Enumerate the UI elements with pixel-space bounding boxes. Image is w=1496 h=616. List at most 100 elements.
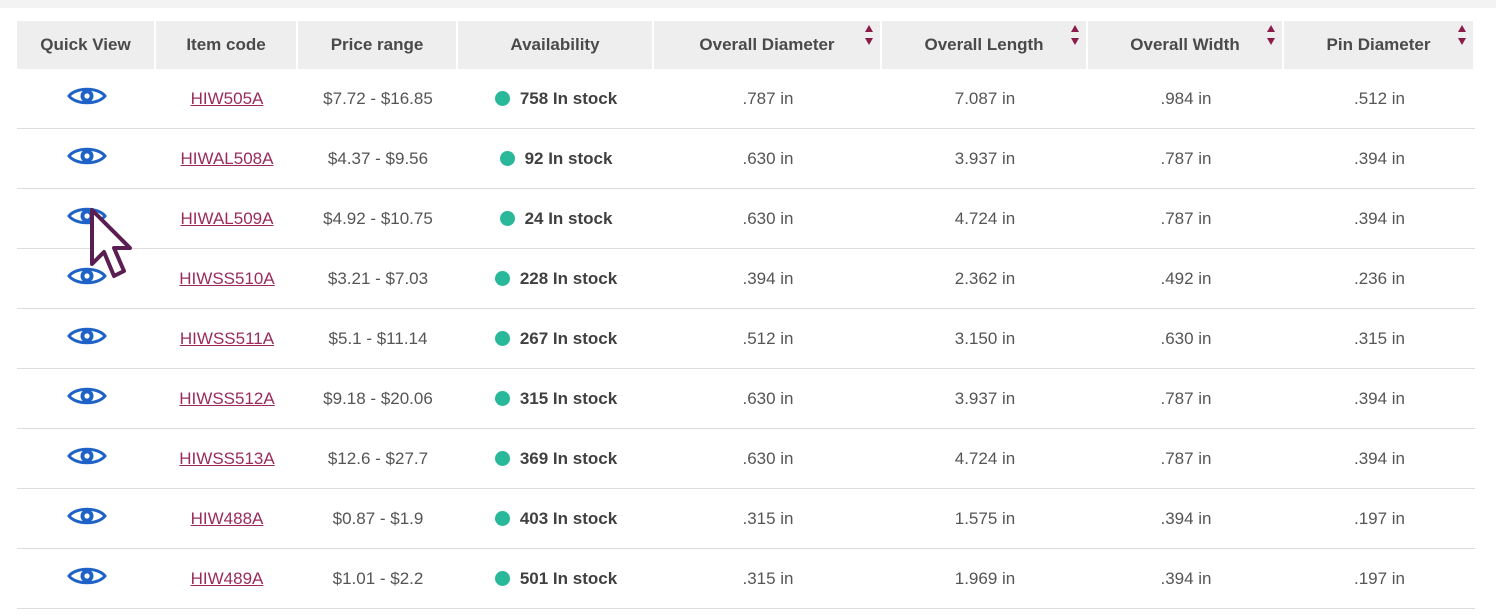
quick-view-button[interactable]	[66, 205, 107, 232]
pin-diameter-cell: .197 in	[1284, 549, 1475, 609]
sort-ascending-icon[interactable]	[1071, 25, 1079, 32]
stock-text: 315 In stock	[519, 388, 618, 408]
item-code-link[interactable]: HIWSS510A	[179, 269, 274, 289]
overall-diameter-cell: .630 in	[654, 369, 882, 429]
sort-arrows-icon[interactable]	[865, 25, 873, 45]
column-header-label: Pin Diameter	[1326, 35, 1431, 54]
sort-descending-icon[interactable]	[1267, 38, 1275, 45]
column-header-label: Overall Length	[924, 35, 1044, 54]
column-header-overall-width[interactable]: Overall Width	[1088, 21, 1284, 69]
overall-diameter-cell: .787 in	[654, 69, 882, 129]
pin-diameter-cell: .394 in	[1284, 429, 1475, 489]
quick-view-cell	[17, 129, 156, 189]
quick-view-cell	[17, 549, 156, 609]
quick-view-button[interactable]	[66, 445, 107, 472]
overall-length-cell: 7.087 in	[882, 69, 1088, 129]
overall-diameter-cell: .630 in	[654, 429, 882, 489]
stock-text: 267 In stock	[519, 328, 618, 348]
price-range-cell: $4.37 - $9.56	[298, 129, 458, 189]
quick-view-button[interactable]	[66, 565, 107, 592]
eye-icon[interactable]	[66, 85, 107, 107]
availability-cell: 267 In stock	[458, 309, 654, 369]
sort-descending-icon[interactable]	[1458, 38, 1466, 45]
eye-icon[interactable]	[66, 145, 107, 167]
column-header-label: Quick View	[40, 35, 131, 54]
item-code-link[interactable]: HIWSS513A	[179, 449, 274, 469]
sort-arrows-icon[interactable]	[1071, 25, 1079, 45]
item-code-link[interactable]: HIW489A	[191, 569, 264, 589]
in-stock-dot-icon	[494, 271, 510, 286]
quick-view-button[interactable]	[66, 385, 107, 412]
quick-view-cell	[17, 69, 156, 129]
quick-view-button[interactable]	[66, 85, 107, 112]
overall-diameter-cell: .512 in	[654, 309, 882, 369]
column-header-overall-diameter[interactable]: Overall Diameter	[654, 21, 882, 69]
overall-diameter-cell: .394 in	[654, 249, 882, 309]
item-code-link[interactable]: HIWSS511A	[180, 329, 274, 349]
sort-ascending-icon[interactable]	[1267, 25, 1275, 32]
overall-width-cell: .394 in	[1088, 549, 1284, 609]
pin-diameter-cell: .197 in	[1284, 489, 1475, 549]
stock-text: 92 In stock	[524, 148, 613, 168]
in-stock-dot-icon	[494, 91, 510, 106]
overall-width-cell: .630 in	[1088, 309, 1284, 369]
column-header-overall-length[interactable]: Overall Length	[882, 21, 1088, 69]
item-code-link[interactable]: HIWSS512A	[179, 389, 274, 409]
stock-text: 24 In stock	[524, 208, 613, 228]
eye-icon[interactable]	[66, 505, 107, 527]
column-header-item-code: Item code	[156, 21, 298, 69]
quick-view-cell	[17, 489, 156, 549]
overall-length-cell: 3.937 in	[882, 369, 1088, 429]
column-header-label: Overall Diameter	[699, 35, 835, 54]
overall-length-cell: 4.724 in	[882, 189, 1088, 249]
price-range-cell: $4.92 - $10.75	[298, 189, 458, 249]
quick-view-cell	[17, 369, 156, 429]
column-header-price-range: Price range	[298, 21, 458, 69]
eye-icon[interactable]	[66, 385, 107, 407]
column-header-pin-diameter[interactable]: Pin Diameter	[1284, 21, 1475, 69]
quick-view-button[interactable]	[66, 505, 107, 532]
column-header-label: Availability	[510, 35, 600, 54]
sort-arrows-icon[interactable]	[1267, 25, 1275, 45]
pin-diameter-cell: .394 in	[1284, 129, 1475, 189]
price-range-cell: $3.21 - $7.03	[298, 249, 458, 309]
quick-view-cell	[17, 249, 156, 309]
pin-diameter-cell: .512 in	[1284, 69, 1475, 129]
overall-length-cell: 1.969 in	[882, 549, 1088, 609]
quick-view-cell	[17, 429, 156, 489]
in-stock-dot-icon	[499, 211, 515, 226]
column-header-label: Overall Width	[1130, 35, 1240, 54]
item-code-cell: HIWSS512A	[156, 369, 298, 429]
price-range-cell: $7.72 - $16.85	[298, 69, 458, 129]
sort-descending-icon[interactable]	[1071, 38, 1079, 45]
sort-arrows-icon[interactable]	[1458, 25, 1466, 45]
item-code-link[interactable]: HIWAL509A	[181, 209, 274, 229]
availability-cell: 228 In stock	[458, 249, 654, 309]
in-stock-dot-icon	[499, 151, 515, 166]
sort-ascending-icon[interactable]	[1458, 25, 1466, 32]
item-code-cell: HIW488A	[156, 489, 298, 549]
sort-descending-icon[interactable]	[865, 38, 873, 45]
price-range-cell: $0.87 - $1.9	[298, 489, 458, 549]
eye-icon[interactable]	[66, 205, 107, 227]
eye-icon[interactable]	[66, 445, 107, 467]
sort-ascending-icon[interactable]	[865, 25, 873, 32]
item-code-link[interactable]: HIW505A	[191, 89, 264, 109]
item-code-cell: HIWSS513A	[156, 429, 298, 489]
quick-view-button[interactable]	[66, 145, 107, 172]
availability-cell: 24 In stock	[458, 189, 654, 249]
item-code-link[interactable]: HIWAL508A	[181, 149, 274, 169]
overall-length-cell: 3.937 in	[882, 129, 1088, 189]
availability-cell: 501 In stock	[458, 549, 654, 609]
overall-diameter-cell: .630 in	[654, 129, 882, 189]
eye-icon[interactable]	[66, 265, 107, 287]
eye-icon[interactable]	[66, 325, 107, 347]
availability-cell: 403 In stock	[458, 489, 654, 549]
quick-view-button[interactable]	[66, 265, 107, 292]
in-stock-dot-icon	[494, 451, 510, 466]
overall-diameter-cell: .630 in	[654, 189, 882, 249]
eye-icon[interactable]	[66, 565, 107, 587]
item-code-link[interactable]: HIW488A	[191, 509, 264, 529]
quick-view-button[interactable]	[66, 325, 107, 352]
stock-text: 758 In stock	[519, 88, 618, 108]
